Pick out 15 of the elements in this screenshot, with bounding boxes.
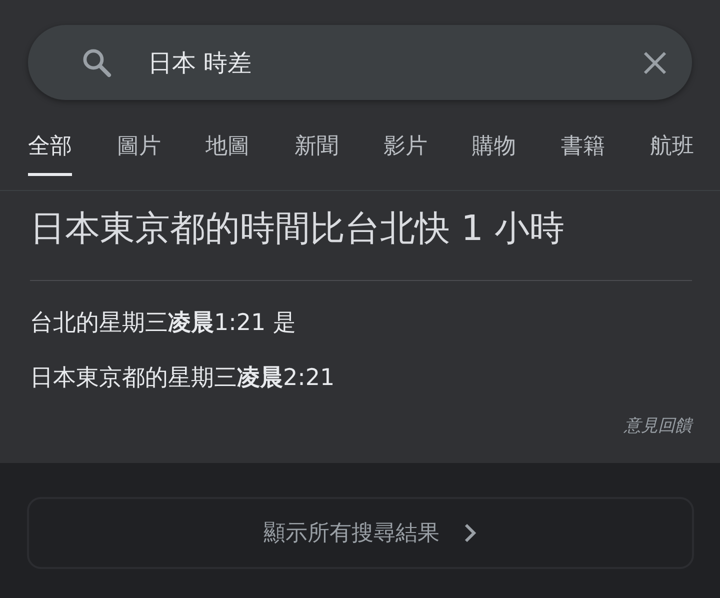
answer-text: 台北的星期三凌晨1:21 是 bbox=[30, 311, 297, 335]
tab[interactable]: 新聞 bbox=[294, 128, 339, 176]
tab[interactable]: 全部 bbox=[28, 128, 72, 176]
feedback-link[interactable]: 意見回饋 bbox=[624, 414, 692, 437]
tab[interactable]: 地圖 bbox=[206, 128, 250, 176]
answer-text: 日本東京都的星期三凌晨2:21 bbox=[30, 366, 336, 390]
tab[interactable]: 圖片 bbox=[116, 128, 161, 176]
search-field[interactable]: 日本 時差 bbox=[28, 25, 692, 100]
tab[interactable]: 影片 bbox=[383, 128, 428, 176]
tab[interactable]: 書籍 bbox=[561, 128, 606, 176]
tab[interactable]: 購物 bbox=[472, 128, 516, 176]
search-query: 日本 時差 bbox=[148, 48, 253, 78]
tab[interactable]: 航班 bbox=[650, 128, 694, 176]
show-all-results-button[interactable]: 顯示所有搜尋結果 bbox=[27, 497, 694, 569]
answer-headline: 日本東京都的時間比台北快 1 小時 bbox=[30, 205, 692, 281]
